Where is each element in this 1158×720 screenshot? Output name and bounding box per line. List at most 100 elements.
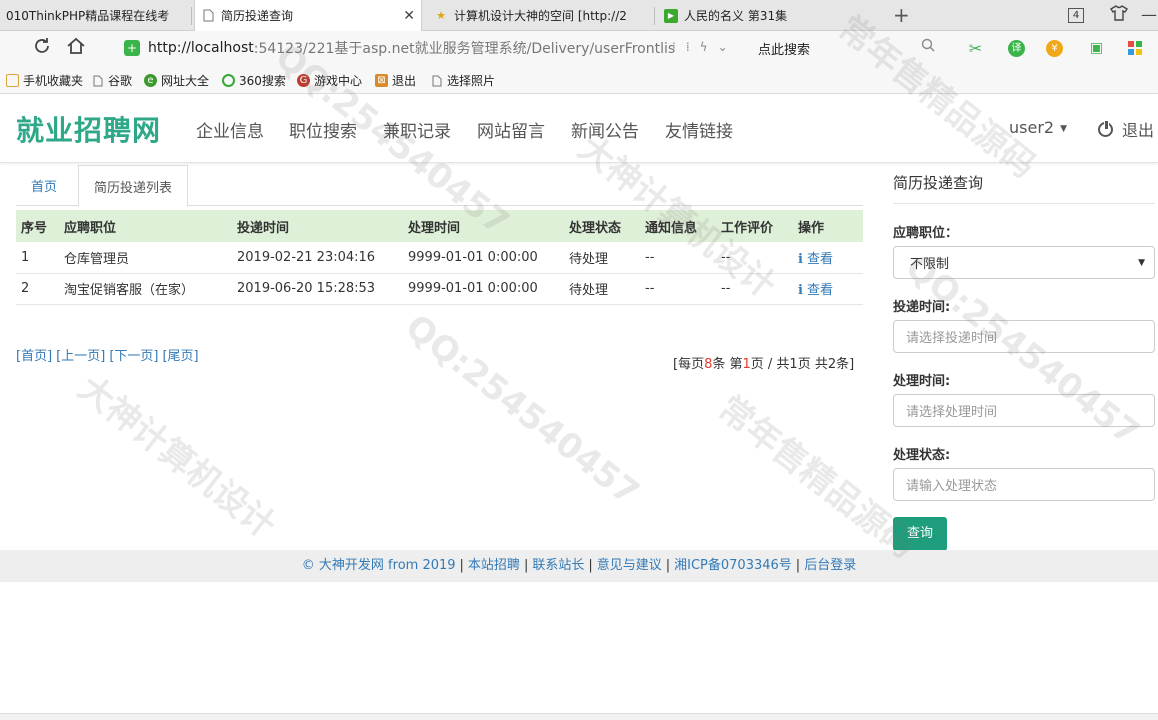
tab-home[interactable]: 首页 bbox=[16, 165, 72, 206]
tab-title: 010ThinkPHP精品课程在线考 bbox=[6, 9, 170, 23]
bookmark-360search[interactable]: 360搜索 bbox=[222, 72, 286, 89]
resume-delivery-table: 序号 应聘职位 投递时间 处理时间 处理状态 通知信息 工作评价 操作 1 仓库… bbox=[16, 210, 863, 305]
footer-copyright[interactable]: © 大神开发网 from 2019 bbox=[302, 558, 456, 573]
nav-messages[interactable]: 网站留言 bbox=[477, 117, 545, 142]
table-row: 1 仓库管理员 2019-02-21 23:04:16 9999-01-01 0… bbox=[16, 242, 863, 274]
watermark-text: QQ:254540457 bbox=[397, 306, 647, 514]
footer-link-admin-login[interactable]: 后台登录 bbox=[804, 558, 856, 573]
browser-tab-3[interactable]: ★ 计算机设计大神的空间 [http://2 bbox=[428, 0, 650, 31]
browser-tab-1[interactable]: 010ThinkPHP精品课程在线考 bbox=[0, 0, 190, 31]
game-icon: G bbox=[297, 74, 310, 87]
nav-job-search[interactable]: 职位搜索 bbox=[289, 117, 357, 142]
last-page-link[interactable]: [尾页] bbox=[162, 349, 198, 364]
next-page-link[interactable]: [下一页] bbox=[109, 349, 158, 364]
shirt-icon[interactable] bbox=[1110, 5, 1128, 25]
col-header-position: 应聘职位 bbox=[59, 210, 232, 242]
submit-time-label: 投递时间: bbox=[893, 300, 951, 315]
bookmark-mobile[interactable]: 手机收藏夹 bbox=[6, 72, 83, 89]
search-label[interactable]: 点此搜索 bbox=[758, 39, 810, 58]
status-bar bbox=[0, 713, 1158, 720]
bookmark-exit[interactable]: ⊠ 退出 bbox=[375, 72, 416, 89]
exit-icon: ⊠ bbox=[375, 74, 388, 87]
browser-nav-bar: + http://localhost :54123/221基于asp.net就业… bbox=[0, 31, 1158, 65]
nav-news[interactable]: 新闻公告 bbox=[571, 117, 639, 142]
info-icon: i bbox=[798, 251, 803, 267]
apps-icon[interactable] bbox=[1126, 40, 1143, 57]
url-host: http://localhost bbox=[148, 40, 254, 56]
home-icon[interactable] bbox=[66, 36, 86, 61]
coin-icon[interactable]: ¥ bbox=[1046, 40, 1063, 57]
url-path: :54123/221基于asp.net就业服务管理系统/Delivery/use… bbox=[253, 41, 676, 57]
url-tools[interactable]: ⁞⁞ϟ⌄ bbox=[672, 40, 738, 54]
watermark-text: 大神计算机设计 bbox=[70, 368, 283, 547]
page-info: [每页8条 第1页 / 共1页 共2条] bbox=[673, 357, 855, 372]
browser-tab-2[interactable]: 简历投递查询 ✕ bbox=[194, 0, 422, 31]
reload-icon[interactable] bbox=[32, 36, 52, 61]
col-header-no: 序号 bbox=[16, 210, 59, 242]
close-tab-icon[interactable]: ✕ bbox=[403, 8, 415, 24]
col-header-submit-time: 投递时间 bbox=[232, 210, 403, 242]
tab-title: 计算机设计大神的空间 [http://2 bbox=[454, 9, 627, 23]
position-label: 应聘职位： bbox=[893, 226, 959, 241]
footer-link-icp[interactable]: 湘ICP备0703346号 bbox=[674, 558, 792, 573]
url-bar[interactable]: + http://localhost :54123/221基于asp.net就业… bbox=[118, 35, 748, 61]
bookmark-directory[interactable]: e 网址大全 bbox=[144, 72, 209, 89]
site-footer: © 大神开发网 from 2019 | 本站招聘 | 联系站长 | 意见与建议 | 湘ICP备0… bbox=[0, 550, 1158, 582]
page-icon bbox=[91, 74, 104, 87]
minimize-icon[interactable]: — bbox=[1141, 5, 1157, 24]
star-icon: ★ bbox=[436, 9, 446, 22]
footer-link-feedback[interactable]: 意见与建议 bbox=[597, 558, 662, 573]
site-header: 就业招聘网 企业信息 职位搜索 兼职记录 网站留言 新闻公告 友情链接 user… bbox=[0, 95, 1158, 163]
handle-time-input[interactable]: 请选择处理时间 bbox=[893, 394, 1155, 427]
tab-title: 简历投递查询 bbox=[221, 9, 294, 23]
view-link[interactable]: i 查看 bbox=[798, 283, 833, 298]
page-icon bbox=[430, 74, 443, 87]
bookmark-google[interactable]: 谷歌 bbox=[91, 72, 132, 89]
status-input[interactable]: 请输入处理状态 bbox=[893, 468, 1155, 501]
chevron-down-icon: ⌄ bbox=[717, 40, 738, 54]
view-link[interactable]: i 查看 bbox=[798, 252, 833, 267]
nav-company-info[interactable]: 企业信息 bbox=[196, 117, 264, 142]
search-panel-title: 简历投递查询 bbox=[893, 165, 1155, 204]
site-logo[interactable]: 就业招聘网 bbox=[16, 109, 161, 149]
cell-review: -- bbox=[716, 273, 793, 305]
extension-green-icon[interactable]: 译 bbox=[1008, 40, 1025, 57]
logout-button[interactable]: 退出 bbox=[1098, 117, 1154, 141]
cell-handle-time: 9999-01-01 0:00:00 bbox=[403, 273, 564, 305]
col-header-action: 操作 bbox=[793, 210, 863, 242]
footer-link-contact[interactable]: 联系站长 bbox=[532, 558, 584, 573]
shield-icon: + bbox=[124, 40, 140, 56]
new-tab-button[interactable]: + bbox=[893, 4, 910, 26]
footer-link-recruit[interactable]: 本站招聘 bbox=[468, 558, 520, 573]
first-page-link[interactable]: [首页] bbox=[16, 349, 52, 364]
cell-status: 待处理 bbox=[564, 273, 640, 305]
bookmarks-bar: 手机收藏夹 谷歌 e 网址大全 360搜索 G 游戏中心 ⊠ 退出 选择照片 bbox=[0, 65, 1158, 94]
bookmark-games[interactable]: G 游戏中心 bbox=[297, 72, 362, 89]
browser-tab-4[interactable]: ▶ 人民的名义 第31集 bbox=[658, 0, 880, 31]
tab-resume-list[interactable]: 简历投递列表 bbox=[78, 165, 189, 207]
cell-no: 1 bbox=[16, 242, 59, 274]
dropdown-arrow-icon: ▼ bbox=[1138, 258, 1145, 268]
nav-part-time[interactable]: 兼职记录 bbox=[383, 117, 451, 142]
prev-page-link[interactable]: [上一页] bbox=[56, 349, 105, 364]
cell-action: i 查看 bbox=[793, 273, 863, 305]
col-header-status: 处理状态 bbox=[564, 210, 640, 242]
status-label: 处理状态: bbox=[893, 448, 951, 463]
nav-links[interactable]: 友情链接 bbox=[665, 117, 733, 142]
handle-time-label: 处理时间: bbox=[893, 374, 951, 389]
submit-time-input[interactable]: 请选择投递时间 bbox=[893, 320, 1155, 353]
cell-submit-time: 2019-02-21 23:04:16 bbox=[232, 242, 403, 274]
bookmark-photos[interactable]: 选择照片 bbox=[430, 72, 495, 89]
cell-status: 待处理 bbox=[564, 242, 640, 274]
tab-count-badge[interactable]: 4 bbox=[1068, 8, 1084, 23]
globe-icon: e bbox=[144, 74, 157, 87]
scissors-icon[interactable]: ✂ bbox=[967, 40, 984, 57]
position-select[interactable]: 不限制 ▼ bbox=[893, 246, 1155, 279]
browser-tab-bar: 010ThinkPHP精品课程在线考 简历投递查询 ✕ ★ 计算机设计大神的空间… bbox=[0, 0, 1158, 31]
search-icon[interactable] bbox=[921, 38, 935, 56]
page-icon bbox=[201, 9, 215, 23]
image-icon[interactable]: ▣ bbox=[1088, 40, 1105, 57]
query-button[interactable]: 查询 bbox=[893, 517, 947, 551]
caret-down-icon: ▼ bbox=[1060, 123, 1067, 134]
user-menu[interactable]: user2 ▼ bbox=[1009, 118, 1067, 137]
